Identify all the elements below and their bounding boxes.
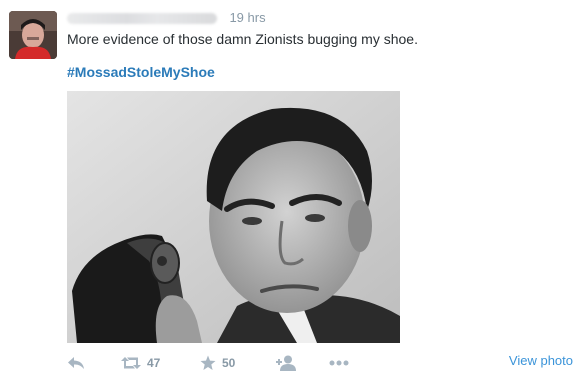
favorite-button[interactable]: 50 [200,351,235,375]
avatar-image [9,11,57,59]
hashtag-link[interactable]: #MossadStoleMyShoe [67,64,215,80]
tweet-text: More evidence of those damn Zionists bug… [67,31,418,47]
tweet-header: 19 hrs [67,9,266,27]
retweet-count: 47 [147,356,161,370]
more-dots-icon [329,360,349,366]
follow-button[interactable] [276,351,296,375]
favorite-star-icon [200,355,216,370]
favorite-count: 50 [222,356,236,370]
follow-icon [276,355,296,371]
reply-button[interactable] [67,351,85,375]
tweet-photo[interactable] [67,91,400,343]
timestamp[interactable]: 19 hrs [229,10,265,25]
retweet-icon [121,357,141,369]
retweet-button[interactable]: 47 [121,351,160,375]
tweet: 19 hrs More evidence of those damn Zioni… [0,0,588,384]
author-name-redacted[interactable] [67,12,217,24]
avatar[interactable] [9,11,57,59]
tweet-actions: 47 50 View photo [67,351,582,375]
more-button[interactable] [329,351,349,375]
view-photo-link[interactable]: View photo [509,353,573,368]
reply-icon [68,357,84,369]
photo-image [67,91,400,343]
